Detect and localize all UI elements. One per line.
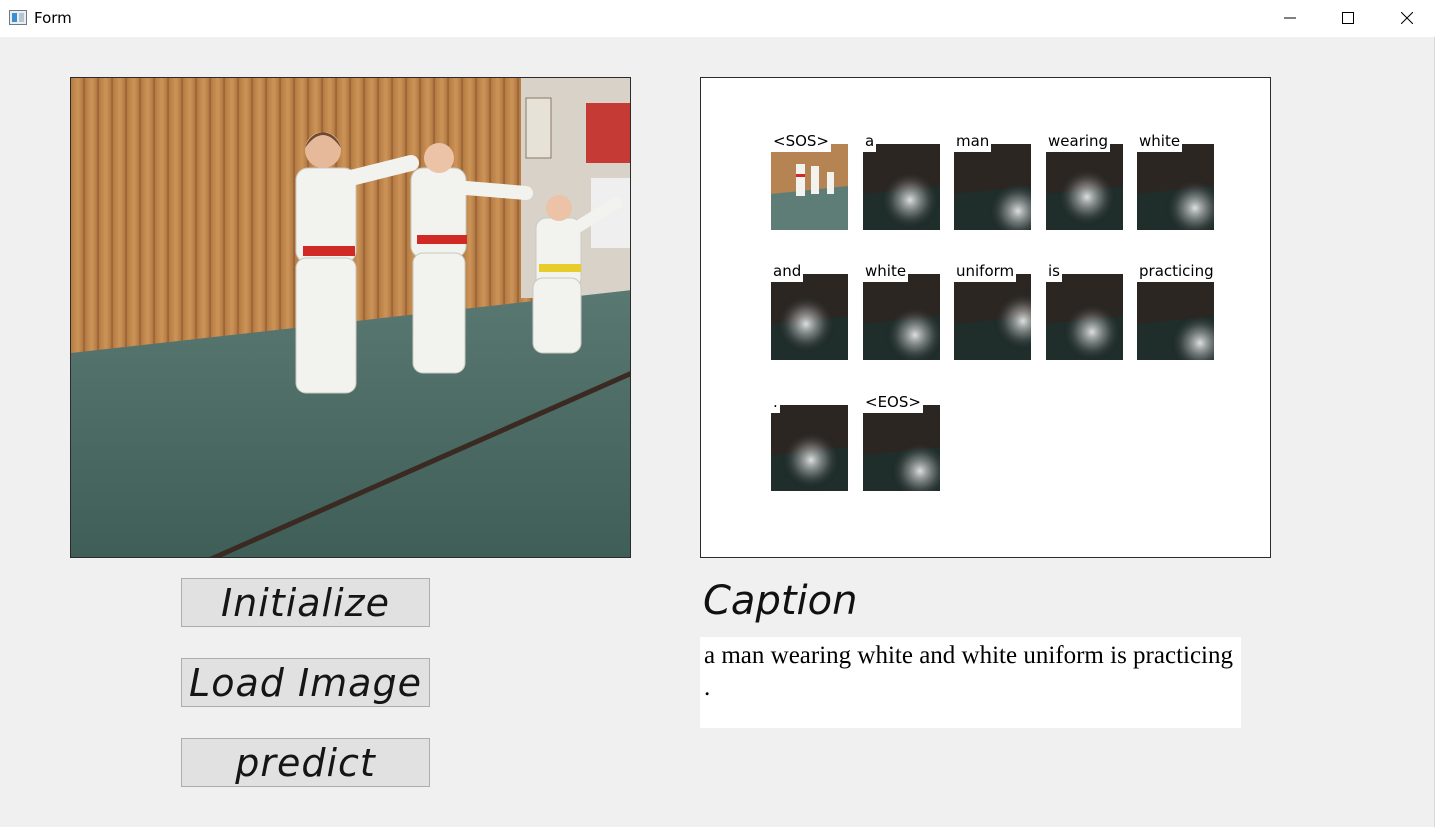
- attention-word-label: a: [863, 132, 877, 152]
- input-image: [70, 77, 631, 558]
- attention-word-label: and: [771, 262, 804, 282]
- load-image-button[interactable]: Load Image: [181, 658, 430, 707]
- attention-cell: a: [863, 132, 955, 232]
- initialize-button[interactable]: Initialize: [181, 578, 430, 627]
- attention-word-label: white: [1137, 132, 1183, 152]
- title-bar: Form: [0, 0, 1439, 37]
- predict-button[interactable]: predict: [181, 738, 430, 787]
- attention-cell: <SOS>: [771, 132, 863, 232]
- attention-map-thumbnail: [1046, 144, 1123, 230]
- attention-cell: man: [954, 132, 1046, 232]
- attention-map-thumbnail: [1137, 144, 1214, 230]
- caption-output: a man wearing white and white uniform is…: [700, 637, 1241, 728]
- attention-cell: is: [1046, 262, 1138, 362]
- minimize-button[interactable]: [1261, 0, 1319, 36]
- attention-panel: <SOS> a man wearing white and white uniform is pr…: [700, 77, 1271, 558]
- attention-cell: .: [771, 393, 863, 493]
- attention-cell: practicing: [1137, 262, 1229, 362]
- attention-map-thumbnail: [771, 274, 848, 360]
- attention-word-label: is: [1046, 262, 1062, 282]
- attention-word-label: white: [863, 262, 909, 282]
- attention-map-thumbnail: [863, 274, 940, 360]
- attention-map-thumbnail: [1046, 274, 1123, 360]
- attention-word-label: wearing: [1046, 132, 1111, 152]
- window-title: Form: [34, 9, 72, 27]
- attention-word-label: practicing: [1137, 262, 1216, 282]
- attention-word-label: uniform: [954, 262, 1017, 282]
- attention-map-thumbnail: [1137, 274, 1214, 360]
- attention-cell: <EOS>: [863, 393, 955, 493]
- window-edge: [1434, 37, 1439, 827]
- maximize-button[interactable]: [1319, 0, 1377, 36]
- attention-map-thumbnail: [863, 405, 940, 491]
- attention-word-label: man: [954, 132, 992, 152]
- attention-word-label: <EOS>: [863, 393, 923, 413]
- attention-word-label: .: [771, 393, 780, 413]
- attention-cell: white: [863, 262, 955, 362]
- attention-map-thumbnail: [954, 144, 1031, 230]
- attention-map-thumbnail: [954, 274, 1031, 360]
- attention-cell: white: [1137, 132, 1229, 232]
- attention-word-label: <SOS>: [771, 132, 831, 152]
- attention-map-thumbnail: [771, 405, 848, 491]
- attention-map-thumbnail: [863, 144, 940, 230]
- attention-cell: and: [771, 262, 863, 362]
- maximize-icon: [1342, 12, 1354, 24]
- attention-cell: uniform: [954, 262, 1046, 362]
- app-icon: [9, 10, 27, 25]
- attention-map-thumbnail: [771, 144, 848, 230]
- attention-cell: wearing: [1046, 132, 1138, 232]
- minimize-icon: [1284, 17, 1296, 19]
- caption-title: Caption: [703, 578, 858, 624]
- close-icon: [1401, 12, 1413, 24]
- close-button[interactable]: [1378, 0, 1436, 36]
